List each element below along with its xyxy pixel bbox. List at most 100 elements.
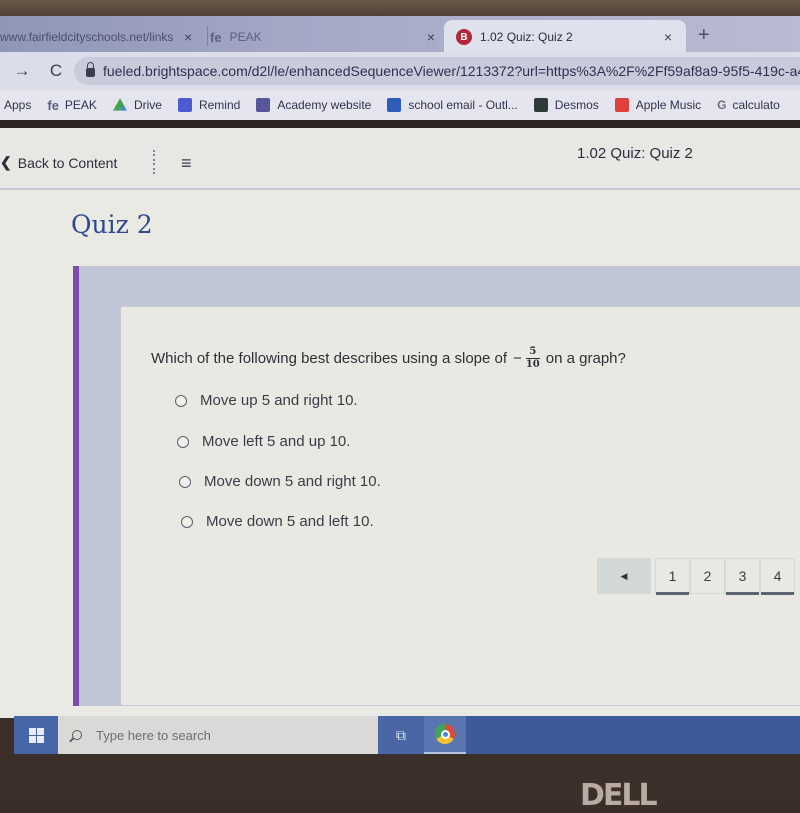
start-button[interactable] [14,716,58,754]
accent-bar [73,266,79,706]
search-icon [72,730,82,740]
tab-peak[interactable]: fe PEAK × [210,22,445,52]
windows-logo-icon [28,727,44,743]
more-options-icon[interactable] [153,150,157,174]
answer-option[interactable]: Move left 5 and up 10. [177,433,350,450]
option-label: Move down 5 and right 10. [204,473,381,490]
desmos-icon [533,98,548,112]
content-navbar: ❮ Back to Content ≡ 1.02 Quiz: Quiz 2 [0,128,800,190]
close-tab-icon[interactable]: × [664,29,672,45]
tab-divider [207,26,208,46]
page-number: 2 [703,568,712,584]
bookmark-remind[interactable]: Remind [177,98,241,112]
bookmark-label: Apple Music [635,98,702,112]
back-to-content-link[interactable]: ❮ Back to Content [0,154,117,171]
brightspace-favicon-icon: B [456,29,472,45]
page-button-3[interactable]: 3 [725,558,760,595]
answer-option[interactable]: Move up 5 and right 10. [175,392,358,409]
bookmark-label: Academy website [277,98,372,112]
bookmark-drive[interactable]: Drive [112,98,162,112]
answer-option[interactable]: Move down 5 and left 10. [181,513,374,530]
bookmark-apps[interactable]: Apps [4,98,31,112]
question-text: Which of the following best describes us… [151,347,626,370]
remind-icon [177,98,192,112]
question-card: Which of the following best describes us… [120,306,800,706]
page-button-2[interactable]: 2 [690,558,725,594]
tab-strip: www.fairfieldcityschools.net/links × fe … [0,16,800,54]
previous-page-button[interactable]: ◀ [597,558,651,594]
windows-taskbar: Type here to search ⧉ [14,716,800,754]
slope-denominator: 10 [525,359,540,370]
tab-quiz-active[interactable]: B 1.02 Quiz: Quiz 2 × [444,20,686,54]
page-number: 1 [668,568,677,584]
tab-label: PEAK [229,30,262,44]
menu-icon[interactable]: ≡ [181,153,192,174]
bookmark-label: Remind [198,98,241,112]
google-icon: G [717,98,727,112]
answer-option[interactable]: Move down 5 and right 10. [179,473,381,490]
lock-icon [86,62,95,77]
peak-icon: fe [47,97,59,113]
page-number: 3 [738,568,747,584]
laptop-bottom-bezel [0,754,800,800]
option-label: Move up 5 and right 10. [200,392,358,409]
radio-button[interactable] [177,435,189,448]
option-label: Move left 5 and up 10. [202,433,351,450]
question-pagination: ◀ 1 2 3 4 [597,558,795,595]
back-label: Back to Content [17,154,118,171]
radio-button[interactable] [181,515,193,528]
breadcrumb-title: 1.02 Quiz: Quiz 2 [577,145,693,162]
taskbar-search[interactable]: Type here to search [58,716,378,754]
slope-sign: − [513,350,522,367]
browser-divider [0,120,800,128]
url-text[interactable]: fueled.brightspace.com/d2l/le/enhancedSe… [103,63,800,79]
radio-button[interactable] [175,394,187,407]
tab-label: 1.02 Quiz: Quiz 2 [480,30,573,44]
address-bar[interactable]: fueled.brightspace.com/d2l/le/enhancedSe… [74,57,800,85]
screen: www.fairfieldcityschools.net/links × fe … [0,0,800,813]
bookmark-label: Drive [133,98,162,112]
bookmarks-bar: Apps fe PEAK Drive Remind Academy websit… [0,90,800,120]
new-tab-button[interactable]: + [698,24,710,47]
bookmark-peak[interactable]: fe PEAK [47,98,97,113]
page-number: 4 [773,568,782,584]
task-view-icon: ⧉ [396,726,406,743]
page-button-1[interactable]: 1 [655,558,690,595]
radio-button[interactable] [179,475,191,488]
tab-label: www.fairfieldcityschools.net/links [0,30,174,44]
tab-fairfield[interactable]: www.fairfieldcityschools.net/links × [0,22,205,52]
bookmark-label: Desmos [554,98,599,112]
question-suffix: on a graph? [545,350,626,367]
question-container: Which of the following best describes us… [73,266,800,706]
search-placeholder: Type here to search [96,727,211,743]
caret-left-icon: ◀ [620,570,628,581]
bookmark-academy-website[interactable]: Academy website [256,98,371,112]
bookmark-apple-music[interactable]: Apple Music [614,98,702,112]
bookmark-desmos[interactable]: Desmos [533,98,599,112]
bookmark-label: school email - Outl... [408,98,518,112]
drive-icon [112,98,127,111]
page-title: Quiz 2 [71,210,153,239]
apple-music-icon [614,98,629,112]
address-row: → C fueled.brightspace.com/d2l/le/enhanc… [0,52,800,90]
peak-favicon-icon: fe [210,29,222,45]
chevron-left-icon: ❮ [0,154,12,170]
chrome-taskbar-button[interactable] [424,716,466,754]
chrome-icon [435,724,455,744]
bookmark-label: Apps [4,98,32,112]
task-view-button[interactable]: ⧉ [378,716,424,754]
bookmark-calculator[interactable]: G calculato [717,98,780,112]
academy-icon [256,98,271,112]
dell-logo: DELL [580,778,658,813]
close-tab-icon[interactable]: × [427,29,435,45]
page-button-4[interactable]: 4 [760,558,795,595]
reload-icon[interactable]: C [44,61,68,81]
outlook-icon [387,98,402,112]
question-prefix: Which of the following best describes us… [151,350,508,367]
option-label: Move down 5 and left 10. [206,513,374,530]
bookmark-label: PEAK [64,98,97,112]
slope-fraction: 5 10 [525,347,540,370]
bookmark-school-email[interactable]: school email - Outl... [387,98,518,112]
close-tab-icon[interactable]: × [184,29,192,45]
forward-arrow-icon[interactable]: → [10,61,34,81]
